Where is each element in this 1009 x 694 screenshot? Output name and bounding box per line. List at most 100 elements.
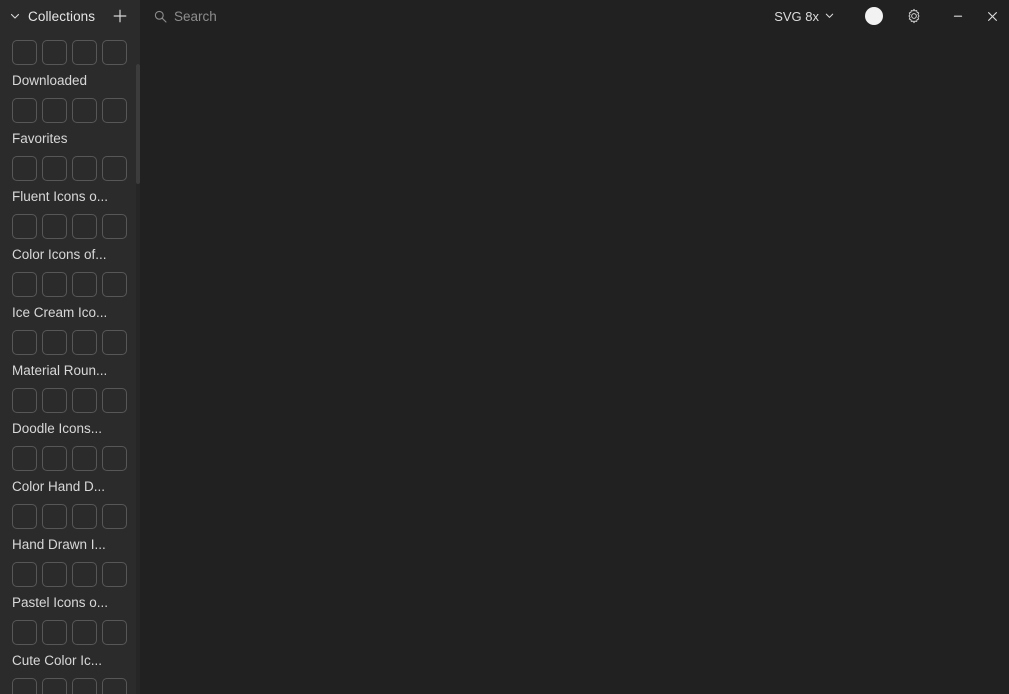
collection-label: Ice Cream Ico... [12,305,108,320]
thumbnail-placeholder [72,678,97,694]
thumbnail-placeholder [102,562,127,587]
window-controls: SVG 8x [768,0,1009,32]
format-label: SVG 8x [774,8,819,24]
thumbnail-placeholder [102,98,127,123]
thumbnail-placeholder [12,156,37,181]
thumbnail-placeholder [12,388,37,413]
collection-item[interactable]: Hand Drawn I... [0,500,140,558]
thumbnail-placeholder [72,156,97,181]
thumbnail-placeholder [42,156,67,181]
thumbnail-placeholder [42,272,67,297]
collection-item[interactable] [0,674,140,694]
search-input[interactable] [174,8,434,24]
thumbnail-placeholder [12,504,37,529]
plus-icon[interactable] [110,6,130,26]
collection-thumbnails [12,214,140,239]
collections-header: Collections [0,0,140,32]
thumbnail-placeholder [102,388,127,413]
thumbnail-placeholder [72,620,97,645]
collection-label: Material Roun... [12,363,108,378]
thumbnail-placeholder [12,272,37,297]
format-dropdown[interactable]: SVG 8x [768,4,841,28]
collection-thumbnails [12,272,140,297]
collection-label: Cute Color Ic... [12,653,103,668]
collection-label: Favorites [12,131,68,146]
collection-item[interactable]: Color Icons of... [0,210,140,268]
collection-item[interactable]: Pastel Icons o... [0,558,140,616]
thumbnail-placeholder [12,562,37,587]
collection-item[interactable]: Ice Cream Ico... [0,268,140,326]
collection-label: Pastel Icons o... [12,595,109,610]
thumbnail-placeholder [42,98,67,123]
thumbnail-placeholder [42,388,67,413]
thumbnail-placeholder [12,214,37,239]
collection-label: Color Hand D... [12,479,106,494]
thumbnail-placeholder [72,504,97,529]
collection-thumbnails [12,446,140,471]
collection-thumbnails [12,40,140,65]
thumbnail-placeholder [102,678,127,694]
thumbnail-placeholder [42,504,67,529]
thumbnail-placeholder [72,388,97,413]
chevron-down-icon[interactable] [8,9,22,23]
thumbnail-placeholder [42,214,67,239]
collection-thumbnails [12,98,140,123]
gear-icon[interactable] [905,7,923,25]
top-bar: SVG 8x [140,0,1009,32]
thumbnail-placeholder [72,330,97,355]
thumbnail-placeholder [72,40,97,65]
icon-grid-empty [140,32,1009,694]
thumbnail-placeholder [72,562,97,587]
collection-label: Fluent Icons o... [12,189,109,204]
app-window: Collections Downloaded Favorites Fluent Ic… [0,0,1009,694]
thumbnail-placeholder [72,98,97,123]
collection-label: Doodle Icons... [12,421,103,436]
collection-label: Downloaded [12,73,88,88]
collection-label: Color Icons of... [12,247,107,262]
collections-title: Collections [28,8,96,24]
thumbnail-placeholder [42,562,67,587]
thumbnail-placeholder [102,504,127,529]
collection-item[interactable]: Favorites [0,94,140,152]
collection-thumbnails [12,504,140,529]
collections-sidebar: Collections Downloaded Favorites Fluent Ic… [0,0,140,694]
collection-thumbnails [12,678,140,694]
collection-item[interactable]: Color Hand D... [0,442,140,500]
thumbnail-placeholder [102,40,127,65]
thumbnail-placeholder [42,678,67,694]
thumbnail-placeholder [12,98,37,123]
collection-thumbnails [12,620,140,645]
account-avatar[interactable] [865,7,883,25]
collection-list[interactable]: Downloaded Favorites Fluent Icons o... Colo… [0,32,140,694]
collection-thumbnails [12,388,140,413]
thumbnail-placeholder [12,330,37,355]
search-icon [154,10,167,23]
collection-item[interactable]: Fluent Icons o... [0,152,140,210]
collection-item[interactable]: Doodle Icons... [0,384,140,442]
thumbnail-placeholder [102,330,127,355]
thumbnail-placeholder [102,620,127,645]
thumbnail-placeholder [72,446,97,471]
thumbnail-placeholder [72,272,97,297]
collection-label: Hand Drawn I... [12,537,106,552]
thumbnail-placeholder [42,330,67,355]
thumbnail-placeholder [42,446,67,471]
thumbnail-placeholder [12,446,37,471]
thumbnail-placeholder [102,156,127,181]
collection-item[interactable]: Material Roun... [0,326,140,384]
collection-thumbnails [12,156,140,181]
search-bar[interactable] [154,4,434,28]
thumbnail-placeholder [102,272,127,297]
chevron-down-icon [824,9,835,24]
minimize-button[interactable] [941,0,975,32]
thumbnail-placeholder [102,446,127,471]
thumbnail-placeholder [12,40,37,65]
collection-item[interactable]: Downloaded [0,36,140,94]
thumbnail-placeholder [12,620,37,645]
collection-thumbnails [12,562,140,587]
thumbnail-placeholder [72,214,97,239]
collection-item[interactable]: Cute Color Ic... [0,616,140,674]
main-area: SVG 8x [140,0,1009,694]
thumbnail-placeholder [42,40,67,65]
close-button[interactable] [975,0,1009,32]
